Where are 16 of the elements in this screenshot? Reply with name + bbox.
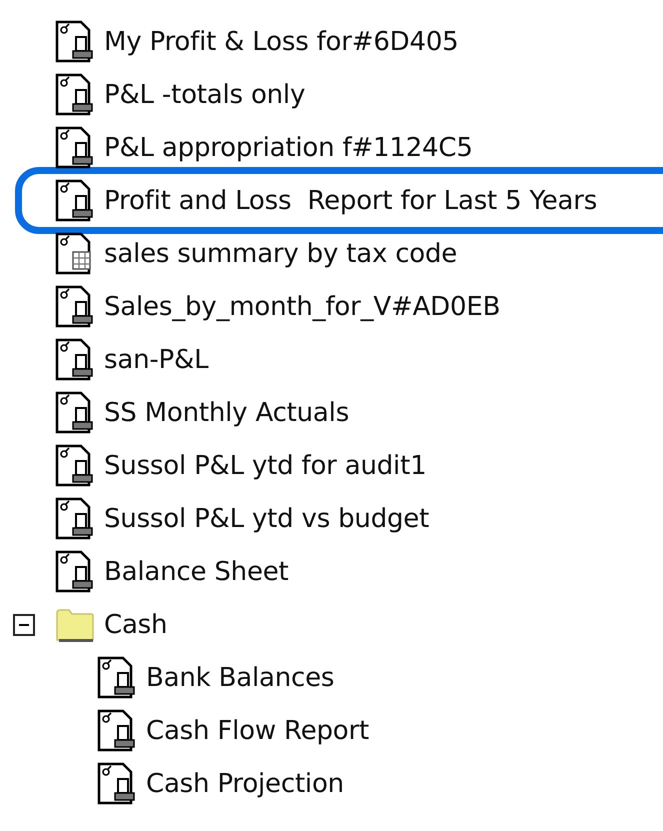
- printer-document-icon: [97, 656, 137, 700]
- printer-document-icon: [55, 126, 95, 170]
- tree-item[interactable]: Profit and Loss Report for Last 5 Years: [15, 167, 663, 234]
- printer-document-icon: [55, 550, 95, 594]
- printer-document-icon: [55, 338, 95, 382]
- printer-document-icon: [55, 496, 95, 540]
- printer-document-icon: [97, 762, 137, 806]
- printer-document-icon: [55, 20, 95, 64]
- printer-document-icon: [55, 284, 95, 328]
- printer-document-icon: [55, 390, 95, 434]
- printer-document-icon: [55, 72, 95, 116]
- printer-document-icon: [55, 178, 95, 222]
- printer-document-icon: [97, 708, 137, 752]
- printer-document-icon: [55, 444, 95, 488]
- collapse-icon[interactable]: [12, 612, 36, 636]
- folder-icon: [55, 606, 95, 642]
